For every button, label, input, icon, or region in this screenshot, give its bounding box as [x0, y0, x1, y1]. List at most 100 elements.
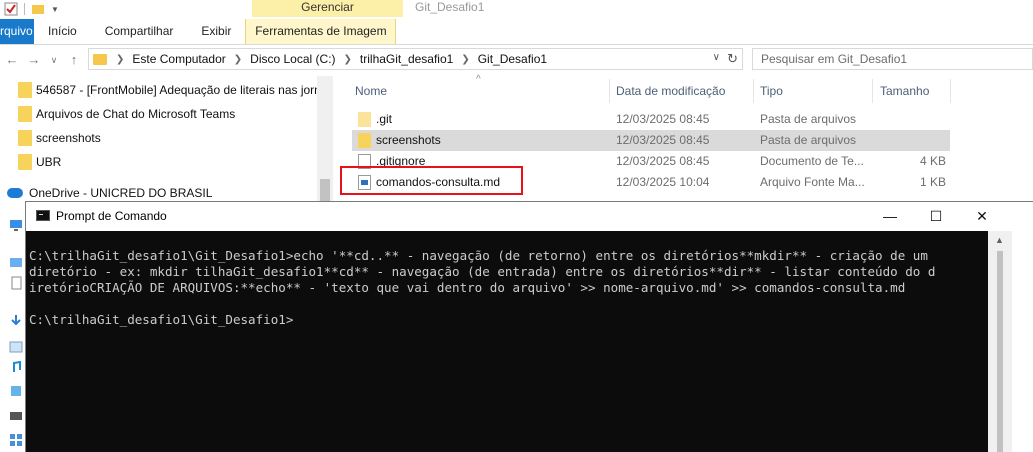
column-header-name[interactable]: Nome [355, 80, 387, 102]
nav-scrollbar[interactable] [317, 76, 333, 201]
file-type: Pasta de arquivos [760, 133, 857, 147]
scroll-up-icon[interactable]: ▲ [995, 235, 1004, 245]
tab-file[interactable]: rquivo [0, 19, 34, 44]
desktop-icon[interactable] [9, 256, 23, 270]
file-type: Arquivo Fonte Ma... [760, 175, 865, 189]
nav-item-screenshots[interactable]: screenshots [18, 128, 101, 148]
address-row: ← → ∨ ↑ ❯ Este Computador ❯ Disco Local … [0, 48, 1033, 72]
folder-icon [18, 154, 32, 170]
nav-item-label: Arquivos de Chat do Microsoft Teams [36, 107, 236, 121]
window-edge [1013, 231, 1033, 452]
file-size: 4 KB [919, 154, 946, 168]
red-highlight-box [340, 166, 523, 195]
tab-home[interactable]: Início [34, 19, 91, 44]
sort-ascending-icon: ^ [476, 74, 481, 85]
file-type: Documento de Te... [760, 154, 864, 168]
ribbon-tabs: rquivo Início Compartilhar Exibir Ferram… [0, 19, 397, 44]
console-line: C:\trilhaGit_desafio1\Git_Desafio1>echo … [29, 248, 928, 263]
file-row-selected[interactable]: screenshots 12/03/2025 08:45 Pasta de ar… [352, 130, 950, 151]
column-divider[interactable] [753, 79, 754, 103]
window-title: Git_Desafio1 [415, 0, 485, 14]
downloads-icon[interactable] [9, 314, 23, 328]
console-output[interactable]: C:\trilhaGit_desafio1\Git_Desafio1>echo … [26, 231, 988, 452]
folder-icon [18, 82, 32, 98]
breadcrumb-local-disk[interactable]: Disco Local (C:) [245, 52, 340, 66]
file-size [880, 130, 946, 151]
forward-arrow-icon[interactable]: → [26, 51, 42, 69]
column-divider[interactable] [872, 79, 873, 103]
chevron-down-icon[interactable]: ∨ [713, 52, 720, 63]
nav-item-label: OneDrive - UNICRED DO BRASIL [29, 186, 213, 200]
cloud-icon [7, 188, 23, 198]
recent-locations-icon[interactable]: ∨ [46, 51, 62, 69]
refresh-icon[interactable]: ↻ [727, 51, 738, 67]
search-input[interactable]: Pesquisar em Git_Desafio1 [752, 48, 1033, 70]
console-line: iretórioCRIAÇÃO DE ARQUIVOS:**echo** - '… [29, 280, 906, 295]
console-scrollbar[interactable]: ▲ [988, 231, 1012, 452]
file-date: 12/03/2025 08:45 [616, 133, 710, 147]
this-pc-icon[interactable] [9, 218, 23, 232]
command-prompt-window: Prompt de Comando — ☐ ✕ C:\trilhaGit_des… [25, 201, 1033, 452]
breadcrumb-trilhagit[interactable]: trilhaGit_desafio1 [355, 52, 458, 66]
file-date: 12/03/2025 10:04 [616, 175, 710, 189]
tab-picture-tools[interactable]: Ferramentas de Imagem [245, 19, 397, 44]
cmd-window-title: Prompt de Comando [56, 209, 167, 223]
nav-item-label: UBR [36, 155, 62, 169]
chevron-right-icon[interactable]: ❯ [231, 54, 245, 65]
column-header-size[interactable]: Tamanho [880, 80, 929, 102]
folder-icon [93, 53, 107, 65]
tab-view[interactable]: Exibir [187, 19, 245, 44]
navigation-pane: 546587 - [FrontMobile] Adequação de lite… [0, 76, 332, 216]
documents-icon[interactable] [9, 276, 23, 290]
file-date: 12/03/2025 08:45 [616, 112, 710, 126]
toolbar-divider [24, 3, 25, 15]
properties-icon[interactable] [4, 2, 18, 16]
file-name: screenshots [376, 133, 441, 147]
nav-item-teams-chat[interactable]: Arquivos de Chat do Microsoft Teams [18, 104, 235, 124]
file-type: Pasta de arquivos [760, 112, 857, 126]
back-arrow-icon[interactable]: ← [4, 51, 20, 69]
nav-item-frontmobile[interactable]: 546587 - [FrontMobile] Adequação de lite… [18, 80, 321, 100]
chevron-right-icon[interactable]: ❯ [113, 54, 127, 65]
tab-share[interactable]: Compartilhar [91, 19, 188, 44]
file-size: 1 KB [919, 175, 946, 189]
up-arrow-icon[interactable]: ↑ [66, 51, 82, 69]
column-header-type[interactable]: Tipo [760, 80, 783, 102]
nav-item-ubr[interactable]: UBR [18, 152, 61, 172]
column-header-date[interactable]: Data de modificação [616, 80, 725, 102]
cmd-title-bar[interactable]: Prompt de Comando — ☐ ✕ [26, 202, 1033, 230]
file-name: .git [376, 112, 393, 126]
new-folder-icon[interactable] [31, 2, 45, 16]
file-date: 12/03/2025 08:45 [616, 154, 710, 168]
quick-access-toolbar: ▼ [0, 0, 59, 18]
folder-icon [18, 106, 32, 122]
close-icon[interactable]: ✕ [959, 202, 1005, 230]
apps-icon[interactable] [9, 433, 23, 447]
column-divider[interactable] [950, 79, 951, 103]
breadcrumb-this-pc[interactable]: Este Computador [127, 52, 230, 66]
nav-item-label: 546587 - [FrontMobile] Adequação de lite… [36, 83, 321, 97]
chevron-right-icon[interactable]: ❯ [458, 54, 472, 65]
pictures-icon[interactable] [9, 340, 23, 354]
3d-objects-icon[interactable] [9, 384, 23, 398]
nav-item-onedrive[interactable]: OneDrive - UNICRED DO BRASIL [7, 183, 212, 203]
maximize-icon[interactable]: ☐ [913, 202, 959, 230]
contextual-tab-group: Gerenciar [252, 0, 403, 17]
nav-item-label: screenshots [36, 131, 101, 145]
scrollbar-thumb[interactable] [320, 179, 330, 201]
videos-icon[interactable] [9, 409, 23, 423]
music-icon[interactable] [9, 361, 23, 375]
address-bar[interactable]: ❯ Este Computador ❯ Disco Local (C:) ❯ t… [88, 48, 743, 70]
scrollbar-thumb[interactable] [997, 251, 1003, 452]
chevron-right-icon[interactable]: ❯ [341, 54, 355, 65]
terminal-icon [36, 210, 50, 221]
minimize-icon[interactable]: — [867, 202, 913, 230]
nav-icon-strip [0, 216, 26, 451]
column-divider[interactable] [609, 79, 610, 103]
console-line: diretório - ex: mkdir tilhaGit_desafio1*… [29, 264, 936, 279]
breadcrumb-git-desafio1[interactable]: Git_Desafio1 [473, 52, 552, 66]
customize-toolbar-icon[interactable]: ▼ [51, 5, 59, 14]
file-size [880, 109, 946, 130]
explorer-ribbon: ▼ Gerenciar Git_Desafio1 rquivo Início C… [0, 0, 1033, 45]
file-row[interactable]: .git 12/03/2025 08:45 Pasta de arquivos [352, 109, 950, 130]
